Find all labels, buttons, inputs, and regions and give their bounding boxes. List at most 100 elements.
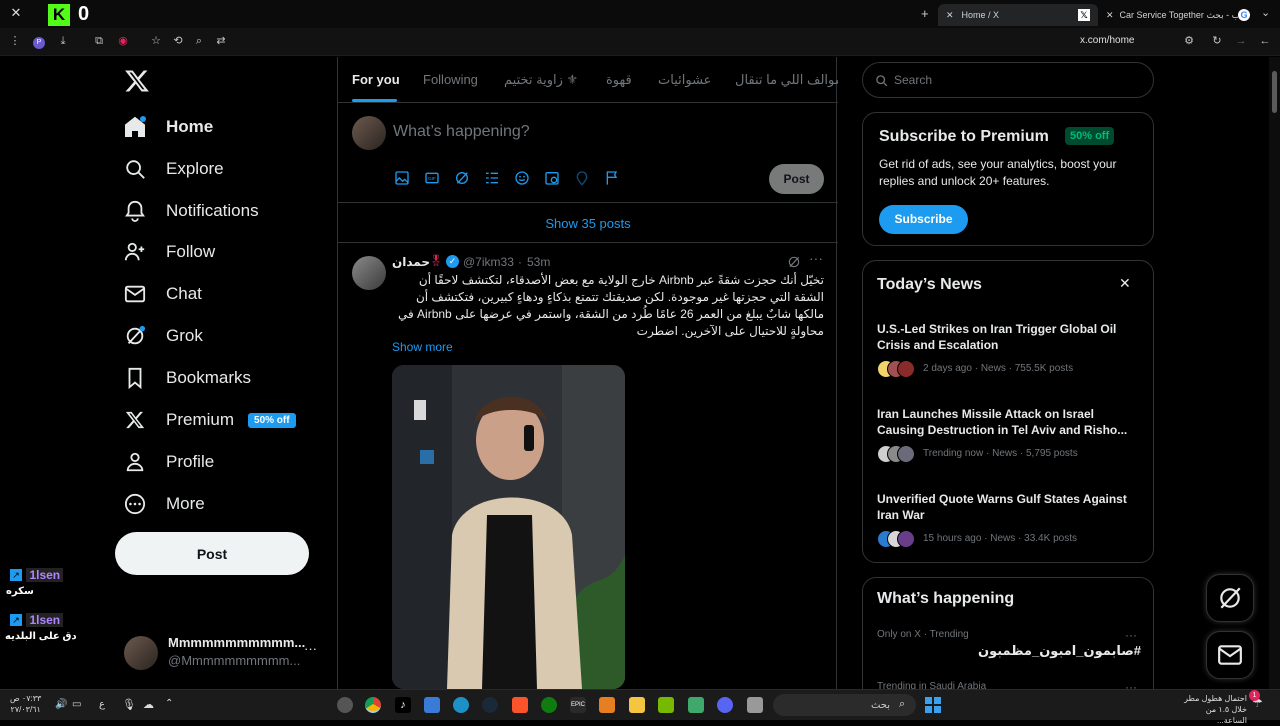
news-headline[interactable]: Unverified Quote Warns Gulf States Again… [877,491,1143,523]
composer-post-button[interactable]: Post [769,164,824,194]
tweet-video[interactable] [392,365,625,689]
main-feed: For you Following زاوية تختيم ⚜ قهوة عشو… [337,57,838,689]
forward-icon[interactable]: → [1234,34,1248,48]
composer-input[interactable]: What’s happening? [393,123,530,141]
grok-fab[interactable] [1206,574,1254,622]
taskbar-search[interactable]: بحث [773,694,916,716]
address-bar[interactable]: x.com/home [1080,35,1134,46]
gif-icon[interactable]: GIF [424,170,440,186]
more-dots-icon[interactable]: ··· [1125,628,1137,642]
close-icon[interactable]: ✕ [1119,275,1131,292]
show-more-link[interactable]: Show more [392,340,453,354]
nav-premium[interactable]: Premium 50% off [120,400,296,440]
tab-close-icon[interactable]: ✕ [1106,10,1114,21]
extensions-icon[interactable]: ⧉ [92,34,106,48]
tab-car-service[interactable]: ✕ Car Service Together ريب - بحث G [1098,4,1258,26]
discord-icon[interactable] [717,697,733,713]
tab-home-x[interactable]: ✕ Home / X 𝕏 [938,4,1098,26]
account-switcher[interactable]: Mmmmmmmmmmm... @Mmmmmmmmmm... ··· [124,632,334,672]
reload-icon[interactable]: ↻ [1210,34,1224,48]
clock[interactable]: ٠٧:٣٣ ص ٢٧/٠٣/٦١ [10,693,41,715]
steam-icon[interactable] [482,697,498,713]
windows-start-icon[interactable] [925,697,941,713]
author-handle[interactable]: @7ikm33 [463,255,514,269]
app-icon[interactable] [747,697,763,713]
subscribe-button[interactable]: Subscribe [879,205,968,234]
x-logo-icon[interactable] [124,68,152,96]
app-icon[interactable] [688,697,704,713]
flag-icon[interactable] [604,170,620,186]
shield-icon[interactable]: ◉ [116,34,130,48]
zoom-icon[interactable]: ⌕ [192,34,206,48]
grok-icon[interactable] [787,255,801,269]
more-dots-icon[interactable]: ··· [1125,680,1137,689]
media-icon[interactable] [394,170,410,186]
nav-explore[interactable]: Explore [120,149,224,189]
star-icon[interactable]: ☆ [149,34,163,48]
tab-for-you[interactable]: For you [352,72,400,87]
more-tabs-icon[interactable]: ⌄ [1261,6,1270,19]
avatar[interactable] [352,256,386,290]
tab-list-4[interactable]: سوالف اللي ما تنقال [735,72,838,88]
tiktok-icon[interactable]: ♪ [395,697,411,713]
show-new-posts-button[interactable]: Show 35 posts [338,205,838,243]
schedule-icon[interactable] [544,170,560,186]
edge-icon[interactable] [453,697,469,713]
app-icon[interactable] [599,697,615,713]
news-headline[interactable]: U.S.-Led Strikes on Iran Trigger Global … [877,321,1143,353]
brave-icon[interactable] [512,697,528,713]
scrollbar-thumb[interactable] [1272,71,1277,113]
home-icon [120,112,150,142]
more-dots-icon[interactable]: ··· [304,641,317,656]
nav-bookmarks[interactable]: Bookmarks [120,358,251,398]
back-icon[interactable]: ← [1258,34,1272,48]
poll-icon[interactable] [484,170,500,186]
epic-icon[interactable]: EPIC [570,697,586,713]
site-settings-icon[interactable]: ⚙ [1182,34,1196,48]
tab-list-3[interactable]: عشوائيات [658,72,711,88]
store-icon[interactable] [424,697,440,713]
tweet-time[interactable]: 53m [527,255,550,269]
menu-icon[interactable]: ⋮ [8,34,22,48]
nvidia-icon[interactable] [658,697,674,713]
close-window-icon[interactable]: ✕ [9,6,23,20]
more-dots-icon[interactable]: ··· [809,250,823,266]
nav-profile[interactable]: Profile [120,442,214,482]
tab-close-icon[interactable]: ✕ [946,10,954,21]
network-icon[interactable]: ▭ [72,699,81,710]
nav-notifications[interactable]: Notifications [120,191,259,231]
nav-home[interactable]: Home [120,107,213,147]
language-indicator[interactable]: ع [99,699,105,710]
page-scrollbar[interactable] [1269,57,1280,689]
download-icon[interactable]: ⤓ [56,34,70,48]
tweet-author[interactable]: حمدان [392,255,430,269]
tab-following[interactable]: Following [423,72,478,87]
trend-topic[interactable]: #صابمون_امبون_مظمبون [877,643,1141,659]
post-button[interactable]: Post [115,532,309,575]
nav-more[interactable]: More [120,484,205,524]
emoji-icon[interactable] [514,170,530,186]
cloud-icon[interactable]: ☁ [143,698,154,711]
microphone-icon[interactable]: 🎙 [122,698,136,711]
search-input[interactable]: Search [862,62,1154,98]
volume-icon[interactable]: 🔊 [55,699,67,710]
reader-icon[interactable]: ⟲ [171,34,185,48]
weather-widget[interactable]: احتمال هطول مطر خلال ١.٥ من الساعة... [1175,693,1247,726]
profile-icon[interactable]: P [32,34,46,49]
folder-icon[interactable] [629,697,645,713]
new-tab-button[interactable]: + [921,6,929,21]
tab-list-2[interactable]: قهوة [606,72,632,88]
nav-chat[interactable]: Chat [120,274,202,314]
grok-icon[interactable] [454,170,470,186]
tray-expand-icon[interactable]: ⌃ [165,698,173,709]
tab-list-1[interactable]: زاوية تختيم ⚜ [504,72,578,88]
translate-icon[interactable]: ⇄ [214,34,228,48]
taskbar-app-icon[interactable] [337,697,353,713]
xbox-icon[interactable] [541,697,557,713]
chrome-icon[interactable] [365,697,381,713]
nav-grok[interactable]: Grok [120,316,203,356]
location-icon[interactable] [574,170,590,186]
messages-fab[interactable] [1206,631,1254,679]
nav-follow[interactable]: Follow [120,232,215,272]
news-headline[interactable]: Iran Launches Missile Attack on Israel C… [877,406,1143,438]
